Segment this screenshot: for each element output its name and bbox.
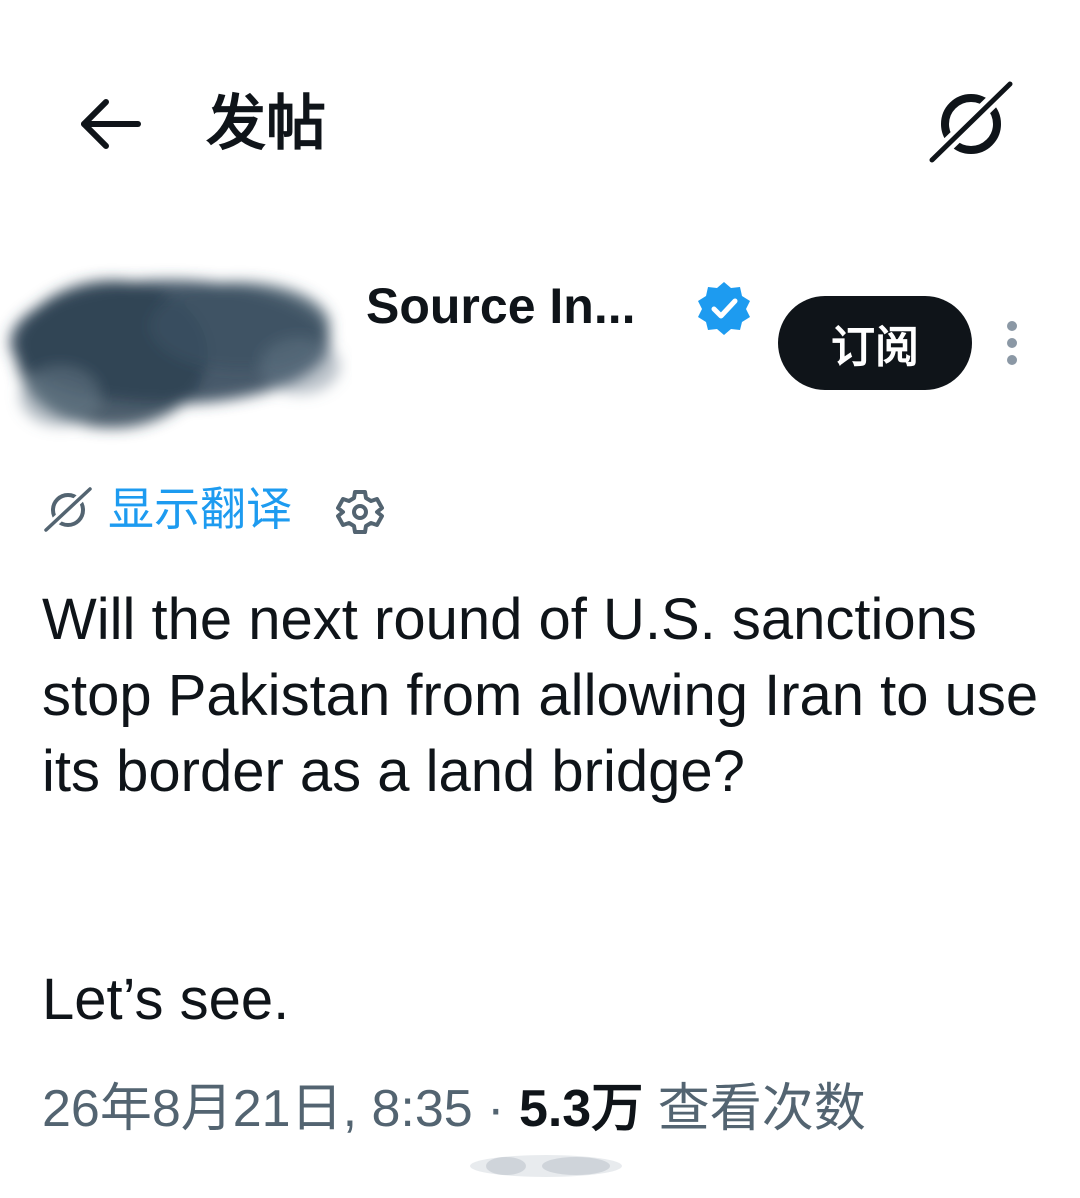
grok-translate-icon — [42, 486, 94, 532]
watermark-logo — [470, 1155, 622, 1177]
show-translation-link[interactable]: 显示翻译 — [108, 480, 292, 538]
verified-badge-icon — [698, 282, 750, 335]
post-timestamp[interactable]: 26年8月21日, 8:35 — [42, 1080, 473, 1138]
blurred-avatar[interactable] — [0, 246, 352, 446]
back-arrow-icon[interactable] — [78, 96, 142, 152]
gear-icon[interactable] — [334, 486, 386, 538]
post-text: Will the next round of U.S. sanctions st… — [42, 587, 1055, 804]
more-options-icon[interactable] — [996, 318, 1028, 368]
view-count: 5.3万 — [518, 1080, 644, 1138]
grok-icon[interactable] — [928, 80, 1014, 164]
view-count-label: 查看次数 — [657, 1080, 866, 1138]
meta-separator: · — [487, 1080, 505, 1138]
page-title: 发帖 — [206, 90, 326, 157]
post-text-closing: Let’s see. — [42, 967, 290, 1032]
post-meta: 26年8月21日, 8:35 · 5.3万 查看次数 — [42, 1076, 866, 1142]
subscribe-button[interactable]: 订阅 — [778, 296, 972, 390]
author-name[interactable]: Source In... — [366, 276, 636, 336]
